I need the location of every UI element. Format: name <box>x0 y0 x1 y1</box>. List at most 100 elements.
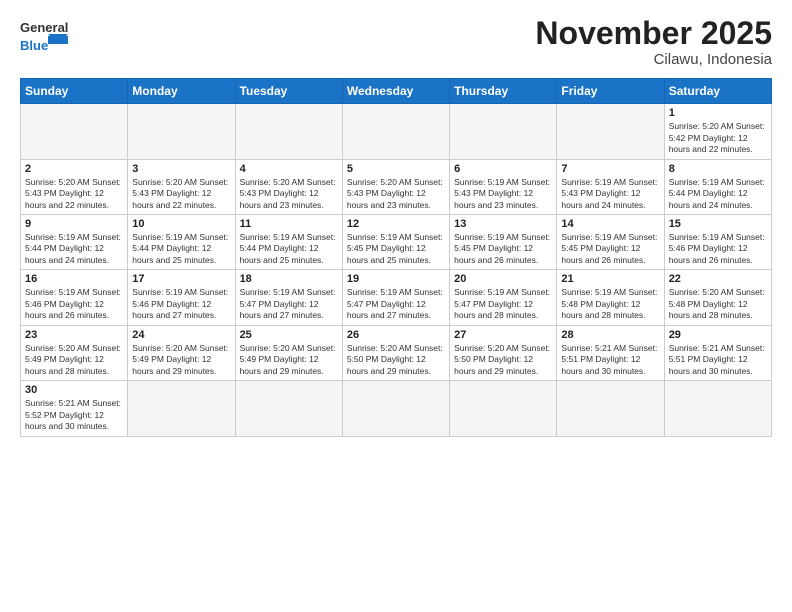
day-number: 18 <box>240 273 338 285</box>
calendar-cell <box>235 381 342 436</box>
day-info: Sunrise: 5:19 AM Sunset: 5:44 PM Dayligh… <box>132 232 230 266</box>
day-number: 24 <box>132 329 230 341</box>
day-info: Sunrise: 5:21 AM Sunset: 5:51 PM Dayligh… <box>669 343 767 377</box>
day-number: 5 <box>347 163 445 175</box>
day-number: 29 <box>669 329 767 341</box>
calendar-cell <box>342 381 449 436</box>
calendar-week-row: 2 Sunrise: 5:20 AM Sunset: 5:43 PM Daylig… <box>21 159 772 214</box>
calendar-week-row: 23 Sunrise: 5:20 AM Sunset: 5:49 PM Dayli… <box>21 325 772 380</box>
calendar-cell: 7 Sunrise: 5:19 AM Sunset: 5:43 PM Daylig… <box>557 159 664 214</box>
calendar-cell: 1 Sunrise: 5:20 AM Sunset: 5:42 PM Daylig… <box>664 104 771 159</box>
day-info: Sunrise: 5:20 AM Sunset: 5:43 PM Dayligh… <box>240 177 338 211</box>
day-info: Sunrise: 5:19 AM Sunset: 5:47 PM Dayligh… <box>347 287 445 321</box>
calendar-cell: 25Sunrise: 5:20 AM Sunset: 5:49 PM Dayli… <box>235 325 342 380</box>
calendar-cell: 8Sunrise: 5:19 AM Sunset: 5:44 PM Daylig… <box>664 159 771 214</box>
day-number: 17 <box>132 273 230 285</box>
calendar-cell: 30 Sunrise: 5:21 AM Sunset: 5:52 PM Dayli… <box>21 381 128 436</box>
weekday-header-sunday: Sunday <box>21 79 128 104</box>
day-info: Sunrise: 5:19 AM Sunset: 5:44 PM Dayligh… <box>669 177 767 211</box>
calendar-cell: 9Sunrise: 5:19 AM Sunset: 5:44 PM Daylig… <box>21 215 128 270</box>
day-number: 14 <box>561 218 659 230</box>
calendar-cell <box>128 104 235 159</box>
day-number: 22 <box>669 273 767 285</box>
calendar-week-row: 16 Sunrise: 5:19 AM Sunset: 5:46 PM Dayli… <box>21 270 772 325</box>
day-info: Sunrise: 5:20 AM Sunset: 5:49 PM Dayligh… <box>132 343 230 377</box>
day-number: 13 <box>454 218 552 230</box>
calendar-cell <box>21 104 128 159</box>
calendar-cell: 4Sunrise: 5:20 AM Sunset: 5:43 PM Daylig… <box>235 159 342 214</box>
day-info: Sunrise: 5:20 AM Sunset: 5:42 PM Dayligh… <box>669 121 767 155</box>
day-info: Sunrise: 5:20 AM Sunset: 5:48 PM Dayligh… <box>669 287 767 321</box>
day-number: 16 <box>25 273 123 285</box>
calendar-cell: 23 Sunrise: 5:20 AM Sunset: 5:49 PM Dayli… <box>21 325 128 380</box>
day-info: Sunrise: 5:19 AM Sunset: 5:43 PM Dayligh… <box>561 177 659 211</box>
calendar: SundayMondayTuesdayWednesdayThursdayFrid… <box>20 78 772 436</box>
weekday-header-friday: Friday <box>557 79 664 104</box>
weekday-header-wednesday: Wednesday <box>342 79 449 104</box>
day-info: Sunrise: 5:20 AM Sunset: 5:49 PM Dayligh… <box>25 343 123 377</box>
day-number: 27 <box>454 329 552 341</box>
day-info: Sunrise: 5:19 AM Sunset: 5:48 PM Dayligh… <box>561 287 659 321</box>
day-info: Sunrise: 5:19 AM Sunset: 5:47 PM Dayligh… <box>240 287 338 321</box>
calendar-cell <box>342 104 449 159</box>
day-number: 21 <box>561 273 659 285</box>
day-info: Sunrise: 5:20 AM Sunset: 5:43 PM Dayligh… <box>132 177 230 211</box>
calendar-cell: 17Sunrise: 5:19 AM Sunset: 5:46 PM Dayli… <box>128 270 235 325</box>
day-number: 28 <box>561 329 659 341</box>
day-info: Sunrise: 5:21 AM Sunset: 5:52 PM Dayligh… <box>25 398 123 432</box>
calendar-cell: 27 Sunrise: 5:20 AM Sunset: 5:50 PM Dayli… <box>450 325 557 380</box>
day-info: Sunrise: 5:19 AM Sunset: 5:47 PM Dayligh… <box>454 287 552 321</box>
svg-text:Blue: Blue <box>20 38 48 53</box>
day-info: Sunrise: 5:20 AM Sunset: 5:50 PM Dayligh… <box>347 343 445 377</box>
day-number: 1 <box>669 107 767 119</box>
day-number: 2 <box>25 163 123 175</box>
day-number: 12 <box>347 218 445 230</box>
weekday-header-thursday: Thursday <box>450 79 557 104</box>
calendar-cell: 16 Sunrise: 5:19 AM Sunset: 5:46 PM Dayli… <box>21 270 128 325</box>
day-number: 7 <box>561 163 659 175</box>
page: General Blue November 2025 Cilawu, Indon… <box>0 0 792 612</box>
calendar-week-row: 30 Sunrise: 5:21 AM Sunset: 5:52 PM Dayli… <box>21 381 772 436</box>
day-info: Sunrise: 5:20 AM Sunset: 5:43 PM Dayligh… <box>25 177 123 211</box>
day-number: 20 <box>454 273 552 285</box>
calendar-cell: 20 Sunrise: 5:19 AM Sunset: 5:47 PM Dayli… <box>450 270 557 325</box>
weekday-header-tuesday: Tuesday <box>235 79 342 104</box>
calendar-cell: 13Sunrise: 5:19 AM Sunset: 5:45 PM Dayli… <box>450 215 557 270</box>
header: General Blue November 2025 Cilawu, Indon… <box>20 16 772 68</box>
location: Cilawu, Indonesia <box>535 51 772 68</box>
calendar-week-row: 9Sunrise: 5:19 AM Sunset: 5:44 PM Daylig… <box>21 215 772 270</box>
day-number: 6 <box>454 163 552 175</box>
logo: General Blue <box>20 16 70 58</box>
calendar-cell: 10 Sunrise: 5:19 AM Sunset: 5:44 PM Dayli… <box>128 215 235 270</box>
day-info: Sunrise: 5:19 AM Sunset: 5:44 PM Dayligh… <box>25 232 123 266</box>
calendar-cell: 11 Sunrise: 5:19 AM Sunset: 5:44 PM Dayli… <box>235 215 342 270</box>
calendar-cell: 18 Sunrise: 5:19 AM Sunset: 5:47 PM Dayli… <box>235 270 342 325</box>
day-number: 15 <box>669 218 767 230</box>
day-info: Sunrise: 5:19 AM Sunset: 5:45 PM Dayligh… <box>347 232 445 266</box>
weekday-header-monday: Monday <box>128 79 235 104</box>
calendar-cell: 29 Sunrise: 5:21 AM Sunset: 5:51 PM Dayli… <box>664 325 771 380</box>
calendar-cell: 26Sunrise: 5:20 AM Sunset: 5:50 PM Dayli… <box>342 325 449 380</box>
logo-svg: General Blue <box>20 16 70 58</box>
day-number: 25 <box>240 329 338 341</box>
calendar-cell: 22 Sunrise: 5:20 AM Sunset: 5:48 PM Dayli… <box>664 270 771 325</box>
day-number: 10 <box>132 218 230 230</box>
calendar-cell <box>128 381 235 436</box>
day-info: Sunrise: 5:19 AM Sunset: 5:46 PM Dayligh… <box>25 287 123 321</box>
calendar-cell <box>235 104 342 159</box>
day-number: 19 <box>347 273 445 285</box>
day-info: Sunrise: 5:19 AM Sunset: 5:44 PM Dayligh… <box>240 232 338 266</box>
calendar-cell: 28 Sunrise: 5:21 AM Sunset: 5:51 PM Dayli… <box>557 325 664 380</box>
calendar-cell <box>557 104 664 159</box>
day-number: 30 <box>25 384 123 396</box>
day-number: 23 <box>25 329 123 341</box>
day-info: Sunrise: 5:20 AM Sunset: 5:50 PM Dayligh… <box>454 343 552 377</box>
calendar-cell: 2 Sunrise: 5:20 AM Sunset: 5:43 PM Daylig… <box>21 159 128 214</box>
calendar-cell: 6Sunrise: 5:19 AM Sunset: 5:43 PM Daylig… <box>450 159 557 214</box>
day-number: 11 <box>240 218 338 230</box>
day-info: Sunrise: 5:19 AM Sunset: 5:45 PM Dayligh… <box>561 232 659 266</box>
day-info: Sunrise: 5:21 AM Sunset: 5:51 PM Dayligh… <box>561 343 659 377</box>
weekday-header-saturday: Saturday <box>664 79 771 104</box>
calendar-cell: 15Sunrise: 5:19 AM Sunset: 5:46 PM Dayli… <box>664 215 771 270</box>
calendar-cell <box>557 381 664 436</box>
